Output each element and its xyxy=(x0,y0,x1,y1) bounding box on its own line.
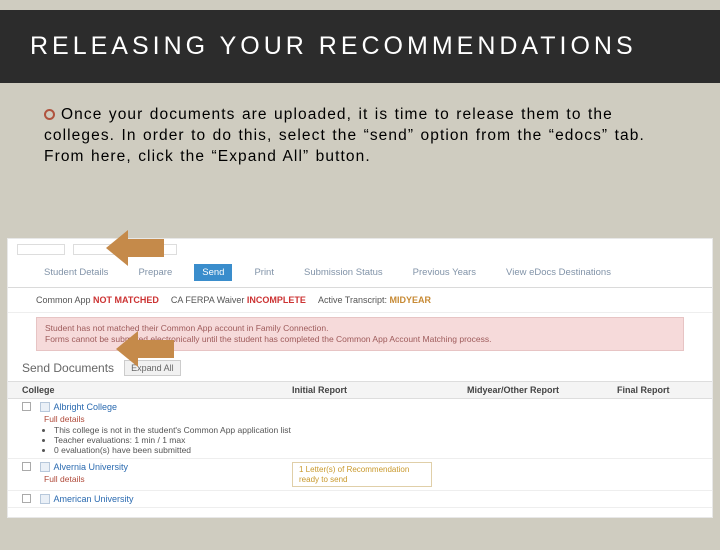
bullet-ring-icon xyxy=(44,109,55,120)
college-icon xyxy=(40,402,50,412)
college-icon xyxy=(40,462,50,472)
status-common-app: Common App NOT MATCHED xyxy=(36,294,159,306)
full-details-link[interactable]: Full details xyxy=(22,412,292,424)
recommendation-status-box: 1 Letter(s) of Recommendation ready to s… xyxy=(292,462,432,487)
college-link[interactable]: Albright College xyxy=(40,402,118,412)
list-item: This college is not in the student's Com… xyxy=(54,425,292,435)
warning-line-1: Student has not matched their Common App… xyxy=(45,323,675,334)
row-checkbox[interactable] xyxy=(22,494,31,503)
status-ferpa: CA FERPA Waiver INCOMPLETE xyxy=(171,294,306,306)
list-item: Teacher evaluations: 1 min / 1 max xyxy=(54,435,292,445)
top-tab-placeholders xyxy=(8,239,712,260)
tab-submission-status[interactable]: Submission Status xyxy=(296,264,391,281)
send-documents-row: Send Documents Expand All xyxy=(8,355,712,381)
tab-print[interactable]: Print xyxy=(246,264,282,281)
row-checkbox[interactable] xyxy=(22,402,31,411)
tab-student-details[interactable]: Student Details xyxy=(36,264,116,281)
col-college: College xyxy=(22,385,292,395)
full-details-link[interactable]: Full details xyxy=(22,472,292,484)
status-bar: Common App NOT MATCHED CA FERPA Waiver I… xyxy=(8,288,712,313)
tab-prepare[interactable]: Prepare xyxy=(130,264,180,281)
send-documents-heading: Send Documents xyxy=(22,361,114,375)
row-checkbox[interactable] xyxy=(22,462,31,471)
col-final: Final Report xyxy=(617,385,698,395)
college-link[interactable]: Alvernia University xyxy=(40,462,129,472)
table-header: College Initial Report Midyear/Other Rep… xyxy=(8,381,712,399)
col-midyear: Midyear/Other Report xyxy=(467,385,617,395)
edocs-tabs: Student Details Prepare Send Print Submi… xyxy=(8,260,712,288)
status-transcript: Active Transcript: MIDYEAR xyxy=(318,294,431,306)
col-initial: Initial Report xyxy=(292,385,467,395)
instruction-text: Once your documents are uploaded, it is … xyxy=(44,106,645,165)
tab-view-edocs-destinations[interactable]: View eDocs Destinations xyxy=(498,264,619,281)
warning-banner: Student has not matched their Common App… xyxy=(36,317,684,351)
embedded-screenshot: Student Details Prepare Send Print Submi… xyxy=(7,238,713,518)
college-icon xyxy=(40,494,50,504)
tab-previous-years[interactable]: Previous Years xyxy=(405,264,484,281)
slide-title: RELEASING YOUR RECOMMENDATIONS xyxy=(0,10,720,83)
table-row: Albright College Full details This colle… xyxy=(8,399,712,459)
college-detail-list: This college is not in the student's Com… xyxy=(22,424,292,455)
college-link[interactable]: American University xyxy=(40,494,134,504)
table-row: American University xyxy=(8,491,712,508)
instruction-paragraph: Once your documents are uploaded, it is … xyxy=(0,83,720,176)
warning-line-2: Forms cannot be submitted electronically… xyxy=(45,334,675,345)
expand-all-button[interactable]: Expand All xyxy=(124,360,181,376)
tab-send[interactable]: Send xyxy=(194,264,232,281)
table-row: Alvernia University Full details 1 Lette… xyxy=(8,459,712,491)
list-item: 0 evaluation(s) have been submitted xyxy=(54,445,292,455)
